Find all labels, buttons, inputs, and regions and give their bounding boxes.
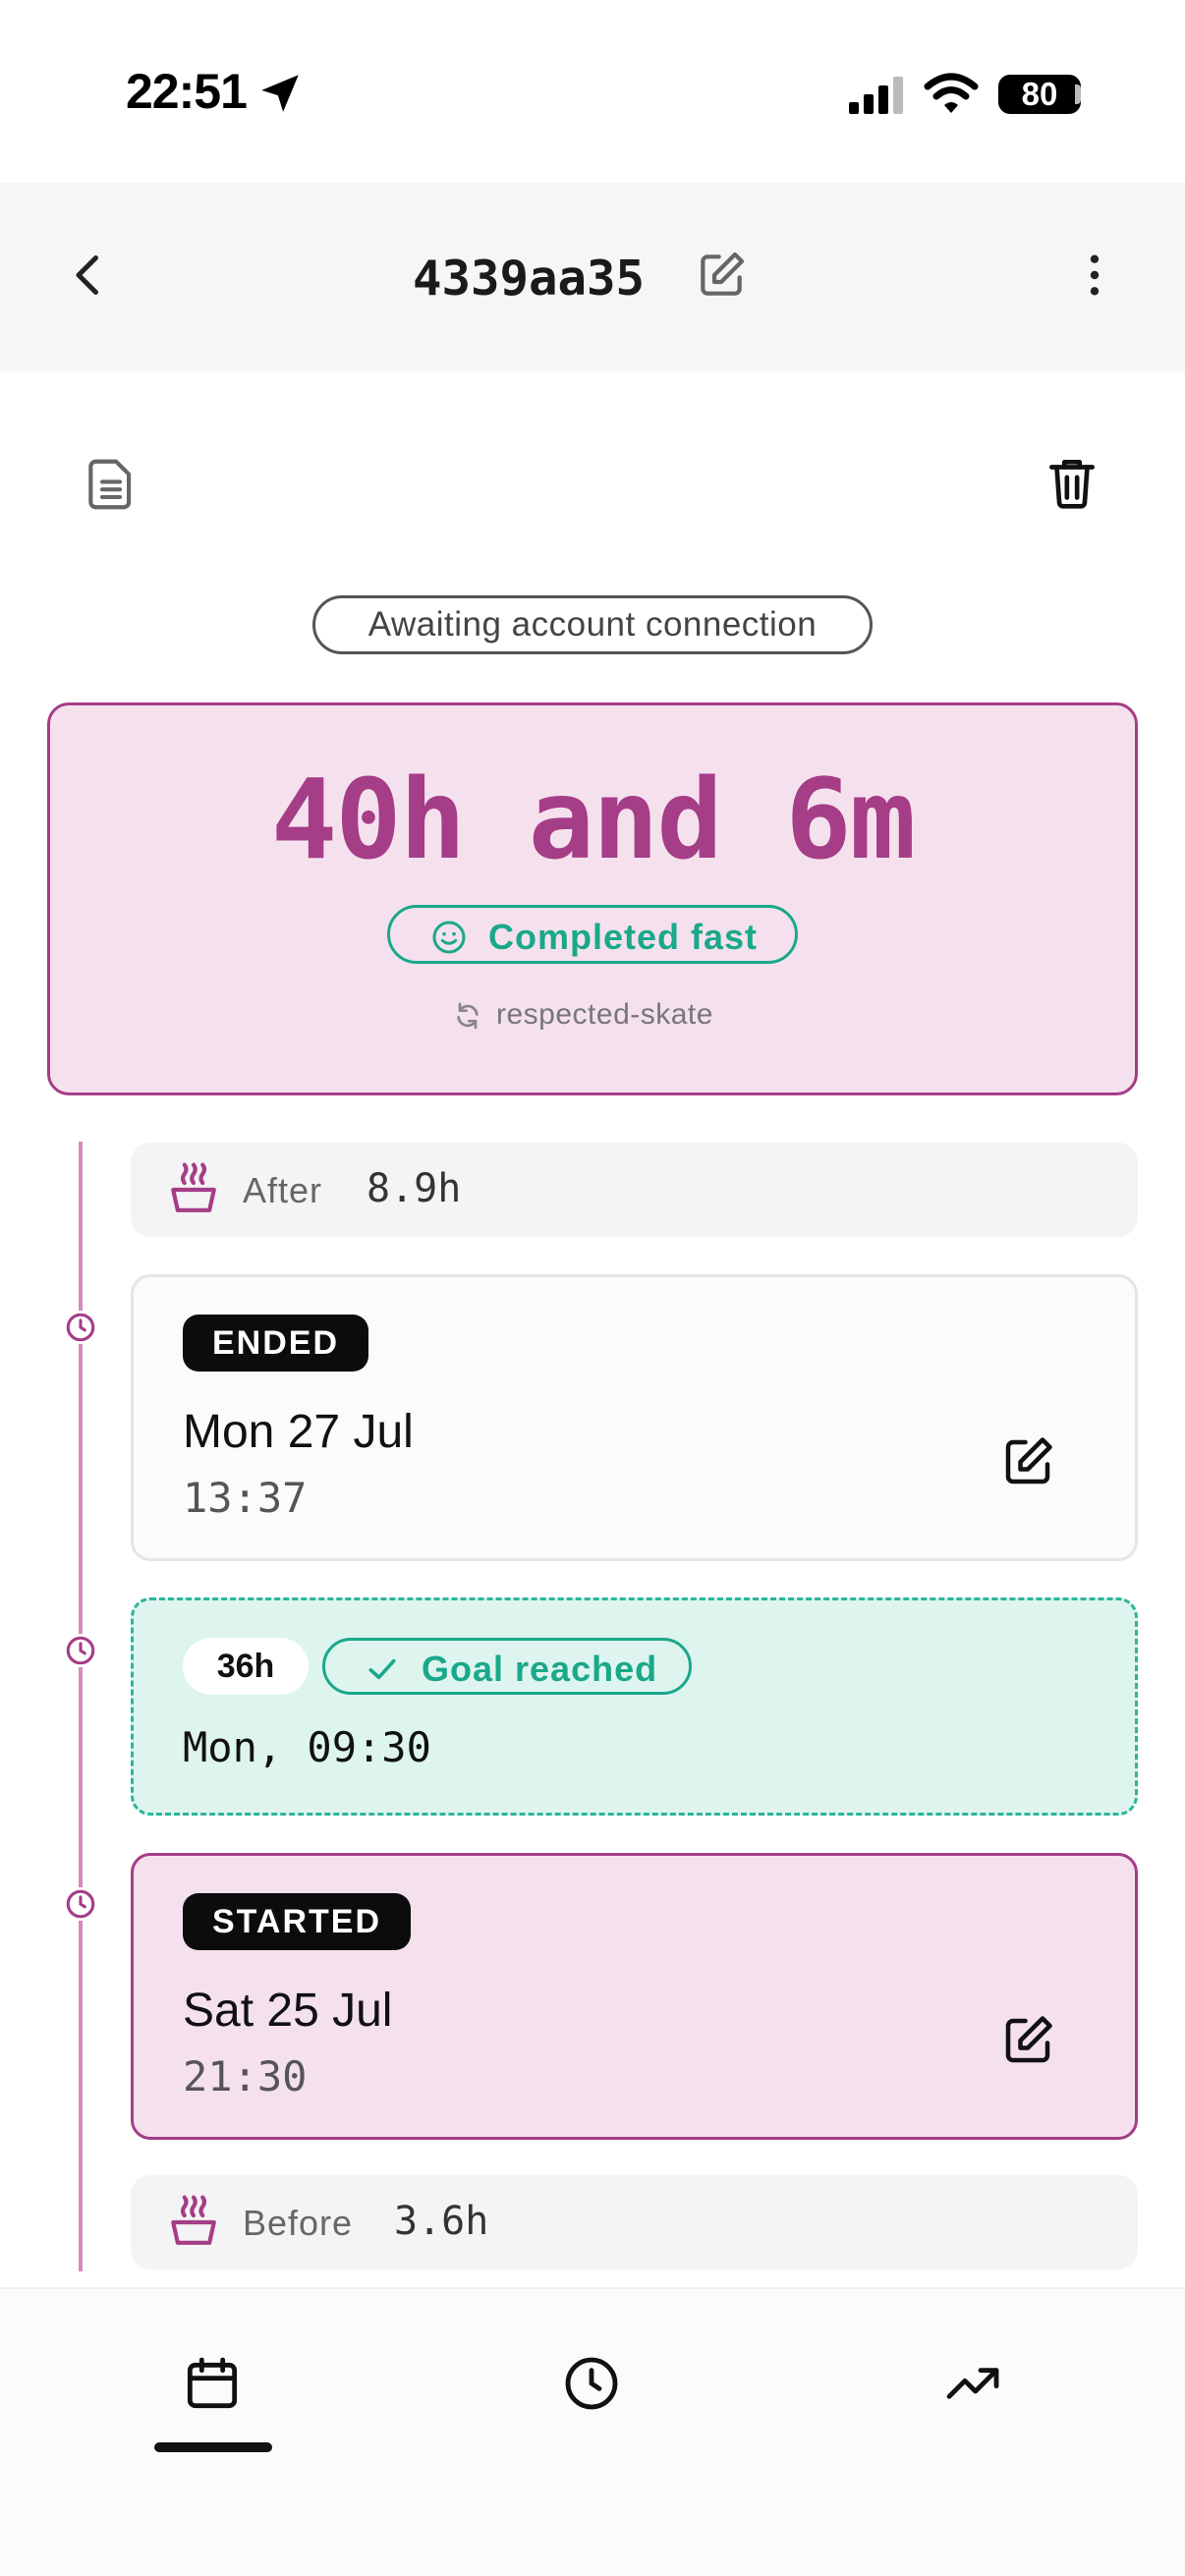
trending-up-icon — [946, 2368, 999, 2399]
nav-timer-tab[interactable] — [560, 2352, 623, 2415]
goal-reached-label: Goal reached — [422, 1649, 658, 1689]
location-arrow-icon — [255, 69, 305, 118]
steaming-bowl-icon — [171, 2195, 216, 2245]
clock-icon — [64, 1311, 97, 1344]
goal-time: Mon, 09:30 — [183, 1723, 431, 1771]
pencil-square-icon — [1005, 2016, 1052, 2063]
signal-icon — [849, 77, 906, 114]
wifi-icon — [924, 73, 979, 114]
after-value: 8.9h — [367, 1166, 462, 1211]
ended-time: 13:37 — [183, 1474, 308, 1522]
edit-ended-button[interactable] — [998, 1432, 1057, 1491]
started-date: Sat 25 Jul — [183, 1985, 393, 2037]
nav-calendar-tab[interactable] — [181, 2352, 244, 2415]
battery-cap — [1075, 84, 1081, 104]
clock-icon — [565, 2357, 618, 2410]
nav-active-indicator — [154, 2442, 272, 2452]
delete-button[interactable] — [1042, 452, 1102, 513]
goal-hours-chip: 36h — [183, 1638, 309, 1695]
clock-icon — [64, 1634, 97, 1667]
check-icon — [368, 1658, 396, 1680]
more-options-button[interactable] — [1067, 248, 1122, 303]
goal-card: 36h Goal reached Mon, 09:30 — [131, 1597, 1138, 1816]
ended-date: Mon 27 Jul — [183, 1406, 414, 1458]
goal-reached-badge: Goal reached — [322, 1638, 692, 1695]
battery-indicator: 80 — [998, 75, 1081, 114]
sync-device-label: respected-skate — [496, 998, 713, 1031]
account-status-pill: Awaiting account connection — [312, 595, 873, 654]
dots-vertical-icon — [1090, 254, 1100, 296]
after-duration-row: After 8.9h — [131, 1143, 1138, 1237]
started-time: 21:30 — [183, 2052, 308, 2100]
pencil-square-icon — [701, 252, 745, 296]
before-label: Before — [243, 2203, 354, 2243]
document-icon — [88, 459, 132, 510]
started-tag: STARTED — [183, 1893, 412, 1950]
page-title: 4339aa35 — [412, 251, 645, 307]
status-time: 22:51 — [126, 64, 248, 119]
fast-duration: 40h and 6m — [270, 756, 916, 884]
calendar-icon — [187, 2357, 238, 2409]
smiley-icon — [432, 921, 466, 954]
after-label: After — [243, 1170, 323, 1210]
edit-title-button[interactable] — [694, 248, 749, 303]
completed-badge: Completed fast — [387, 905, 798, 964]
steaming-bowl-icon — [171, 1162, 216, 1212]
trash-icon — [1049, 460, 1095, 509]
pencil-square-icon — [1005, 1437, 1052, 1484]
clock-icon — [64, 1887, 97, 1921]
before-value: 3.6h — [394, 2199, 489, 2244]
notes-button[interactable] — [81, 454, 141, 515]
ended-card: ENDED Mon 27 Jul 13:37 — [131, 1274, 1138, 1561]
ended-tag: ENDED — [183, 1315, 369, 1372]
bottom-nav — [0, 2287, 1185, 2576]
sync-icon — [452, 1000, 483, 1032]
edit-started-button[interactable] — [998, 2011, 1057, 2070]
completed-label: Completed fast — [488, 917, 759, 957]
started-card: STARTED Sat 25 Jul 21:30 — [131, 1853, 1138, 2140]
nav-trends-tab[interactable] — [941, 2352, 1004, 2415]
before-duration-row: Before 3.6h — [131, 2175, 1138, 2269]
